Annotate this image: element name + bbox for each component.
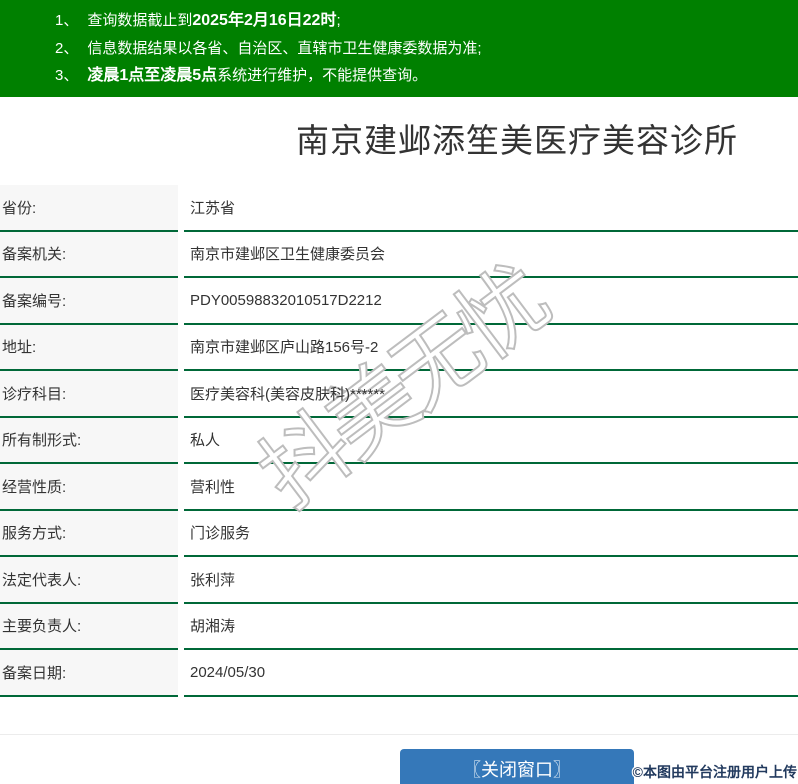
notice-list: 1、 查询数据截止到2025年2月16日22时; 2、 信息数据结果以各省、自治区、直… xyxy=(55,7,798,90)
row-label: 省份: xyxy=(0,185,178,232)
row-label-text: 经营性质: xyxy=(2,478,67,496)
table-row: 备案编号: PDY00598832010517D2212 xyxy=(0,278,798,325)
notice-item-text: 信息数据结果以各省、自治区、直辖市卫生健康委数据为准; xyxy=(87,39,482,57)
notice-item: 2、 信息数据结果以各省、自治区、直辖市卫生健康委数据为准; xyxy=(55,35,798,63)
table-row: 备案日期: 2024/05/30 xyxy=(0,650,798,697)
row-label-text: 地址: xyxy=(2,339,37,357)
notice-item-text: 系统进行维护，不能提供查询。 xyxy=(217,67,428,84)
notice-item-text: 2025年2月16日22时 xyxy=(192,12,337,29)
notice-item: 1、 查询数据截止到2025年2月16日22时; xyxy=(55,7,798,35)
row-value: 2024/05/30 xyxy=(184,650,798,697)
notice-item: 3、 凌晨1点至凌晨5点系统进行维护，不能提供查询。 xyxy=(55,62,798,90)
row-label-text: 服务方式: xyxy=(2,525,67,543)
table-row: 诊疗科目: 医疗美容科(美容皮肤科)****** xyxy=(0,371,798,418)
notice-item-text: 查询数据截止到 xyxy=(87,12,193,29)
row-label: 备案机关: xyxy=(0,231,178,278)
row-value: 南京市建邺区庐山路156号-2 xyxy=(184,325,798,371)
row-value-text: 江苏省 xyxy=(190,199,236,217)
row-label-text: 备案日期: xyxy=(2,664,67,682)
row-value-text: 医疗美容科(美容皮肤科)****** xyxy=(190,385,386,403)
notice-item-text: 凌晨1点至凌晨5点 xyxy=(87,67,218,84)
row-label: 诊疗科目: xyxy=(0,371,178,418)
row-value: 南京市建邺区卫生健康委员会 xyxy=(184,232,798,278)
row-value: 江苏省 xyxy=(184,185,798,232)
row-value-text: PDY00598832010517D2212 xyxy=(190,291,382,309)
notice-item-number: 3、 xyxy=(55,67,79,84)
row-label: 备案编号: xyxy=(0,278,178,325)
row-value: 私人 xyxy=(184,418,798,464)
row-label: 地址: xyxy=(0,324,178,371)
row-value: 胡湘涛 xyxy=(184,604,798,650)
row-value-text: 张利萍 xyxy=(190,571,236,589)
row-value: 医疗美容科(美容皮肤科)****** xyxy=(184,371,798,418)
row-label-text: 法定代表人: xyxy=(2,571,82,589)
table-row: 主要负责人: 胡湘涛 xyxy=(0,603,798,650)
notice-item-text: ; xyxy=(336,12,341,29)
close-window-button[interactable]: 〖关闭窗口〗 xyxy=(400,748,634,784)
notice-item-number: 1、 xyxy=(55,12,79,29)
row-value-text: 南京市建邺区卫生健康委员会 xyxy=(190,246,386,264)
table-row: 法定代表人: 张利萍 xyxy=(0,557,798,604)
page: 1、 查询数据截止到2025年2月16日22时; 2、 信息数据结果以各省、自治区、直… xyxy=(0,0,798,784)
table-row: 备案机关: 南京市建邺区卫生健康委员会 xyxy=(0,231,798,278)
row-label-text: 备案编号: xyxy=(2,292,67,310)
row-value-text: 私人 xyxy=(190,432,221,450)
row-value-text: 2024/05/30 xyxy=(190,663,266,681)
row-label-text: 备案机关: xyxy=(2,246,67,264)
row-value-text: 胡湘涛 xyxy=(190,618,236,636)
row-label: 备案日期: xyxy=(0,650,178,697)
row-label-text: 所有制形式: xyxy=(2,432,82,450)
attribution: ©本图由平台注册用户上传 xyxy=(632,764,797,780)
row-label-text: 诊疗科目: xyxy=(2,385,67,403)
footer-divider xyxy=(0,733,798,735)
table-row: 省份: 江苏省 xyxy=(0,185,798,232)
row-label-text: 省份: xyxy=(2,199,37,217)
row-value: PDY00598832010517D2212 xyxy=(184,278,798,325)
table-row: 服务方式: 门诊服务 xyxy=(0,510,798,557)
row-label: 服务方式: xyxy=(0,510,178,557)
row-value: 张利萍 xyxy=(184,557,798,604)
row-label: 主要负责人: xyxy=(0,603,178,650)
row-value: 门诊服务 xyxy=(184,511,798,557)
clinic-title: 南京建邺添笙美医疗美容诊所 xyxy=(296,122,738,159)
table-row: 经营性质: 营利性 xyxy=(0,464,798,511)
row-value-text: 门诊服务 xyxy=(190,525,251,543)
row-label-text: 主要负责人: xyxy=(2,618,82,636)
row-label: 所有制形式: xyxy=(0,417,178,464)
notice-banner: 1、 查询数据截止到2025年2月16日22时; 2、 信息数据结果以各省、自治区、直… xyxy=(0,0,798,97)
row-label: 经营性质: xyxy=(0,464,178,511)
row-value: 营利性 xyxy=(184,464,798,511)
table-row: 所有制形式: 私人 xyxy=(0,417,798,464)
row-label: 法定代表人: xyxy=(0,557,178,604)
table-row: 地址: 南京市建邺区庐山路156号-2 xyxy=(0,324,798,371)
row-value-text: 南京市建邺区庐山路156号-2 xyxy=(190,339,379,357)
row-value-text: 营利性 xyxy=(190,478,236,496)
notice-item-number: 2、 xyxy=(55,39,79,57)
info-table: 省份: 江苏省备案机关: 南京市建邺区卫生健康委员会备案编号: PDY00598832… xyxy=(0,185,798,697)
